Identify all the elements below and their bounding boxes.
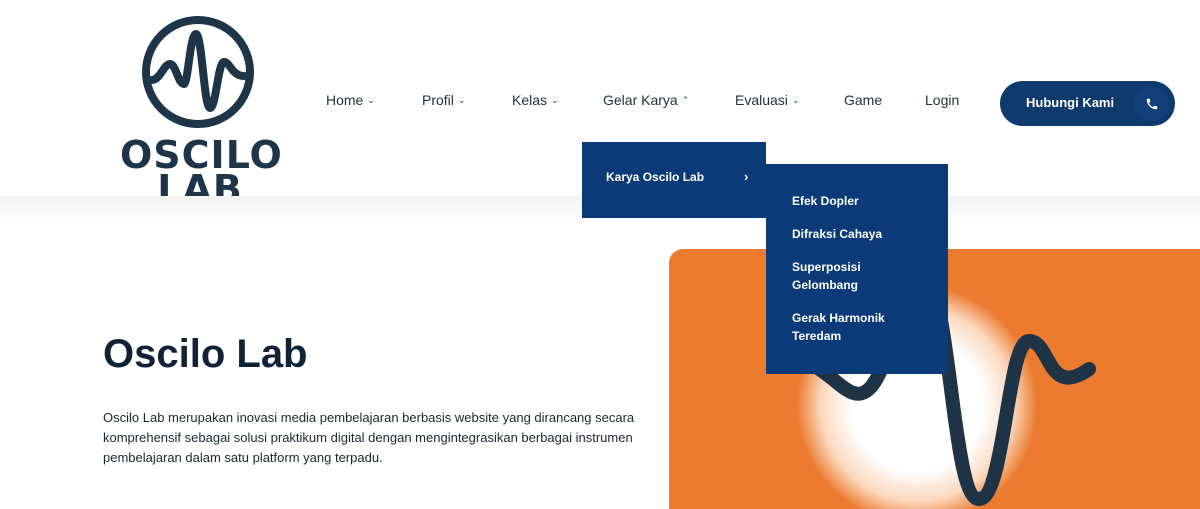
nav-item-game[interactable]: Game [844,92,882,108]
karya-submenu: Efek Dopler Difraksi Cahaya Superposisi … [766,164,948,374]
nav-item-label: Profil [422,92,454,108]
nav-item-label: Gelar Karya [603,92,678,108]
nav-item-label: Evaluasi [735,92,788,108]
nav-item-label: Home [326,92,364,108]
submenu-item-gerak-harmonik-teredam[interactable]: Gerak Harmonik Teredam [792,309,932,345]
nav-item-login[interactable]: Login [925,92,959,108]
menu-item-karya-oscilo-lab[interactable]: Karya Oscilo Lab [606,170,704,184]
nav-item-label: Login [925,92,960,108]
chevron-right-icon: › [744,169,749,184]
nav-item-evaluasi[interactable]: Evaluasi ⌄ [735,92,799,108]
nav-item-profil[interactable]: Profil ⌄ [422,92,465,108]
phone-icon [1134,86,1169,121]
nav-item-home[interactable]: Home ⌄ [326,92,375,108]
hero-description: Oscilo Lab merupakan inovasi media pembe… [103,410,635,465]
chevron-up-icon: ⌃ [681,94,690,105]
chevron-down-icon: ⌄ [791,94,800,105]
chevron-down-icon: ⌄ [457,94,466,105]
waveform-logo-icon [142,16,254,128]
page-title: Oscilo Lab [103,332,308,376]
nav-item-kelas[interactable]: Kelas ⌄ [512,92,559,108]
gelar-karya-dropdown: Karya Oscilo Lab › [582,142,766,218]
nav-item-label: Game [844,92,883,108]
submenu-item-efek-dopler[interactable]: Efek Dopler [792,192,942,210]
chevron-down-icon: ⌄ [367,94,375,105]
contact-us-label: Hubungi Kami [1026,95,1115,110]
submenu-item-superposisi-gelombang[interactable]: Superposisi Gelombang [792,258,902,294]
nav-item-gelar-karya[interactable]: Gelar Karya ⌃ [603,92,689,108]
brand-logo[interactable]: OSCILO LAB [120,12,282,208]
nav-item-label: Kelas [512,92,548,108]
chevron-down-icon: ⌄ [551,94,559,105]
contact-us-button[interactable]: Hubungi Kami [1000,81,1175,126]
submenu-item-difraksi-cahaya[interactable]: Difraksi Cahaya [792,225,942,243]
